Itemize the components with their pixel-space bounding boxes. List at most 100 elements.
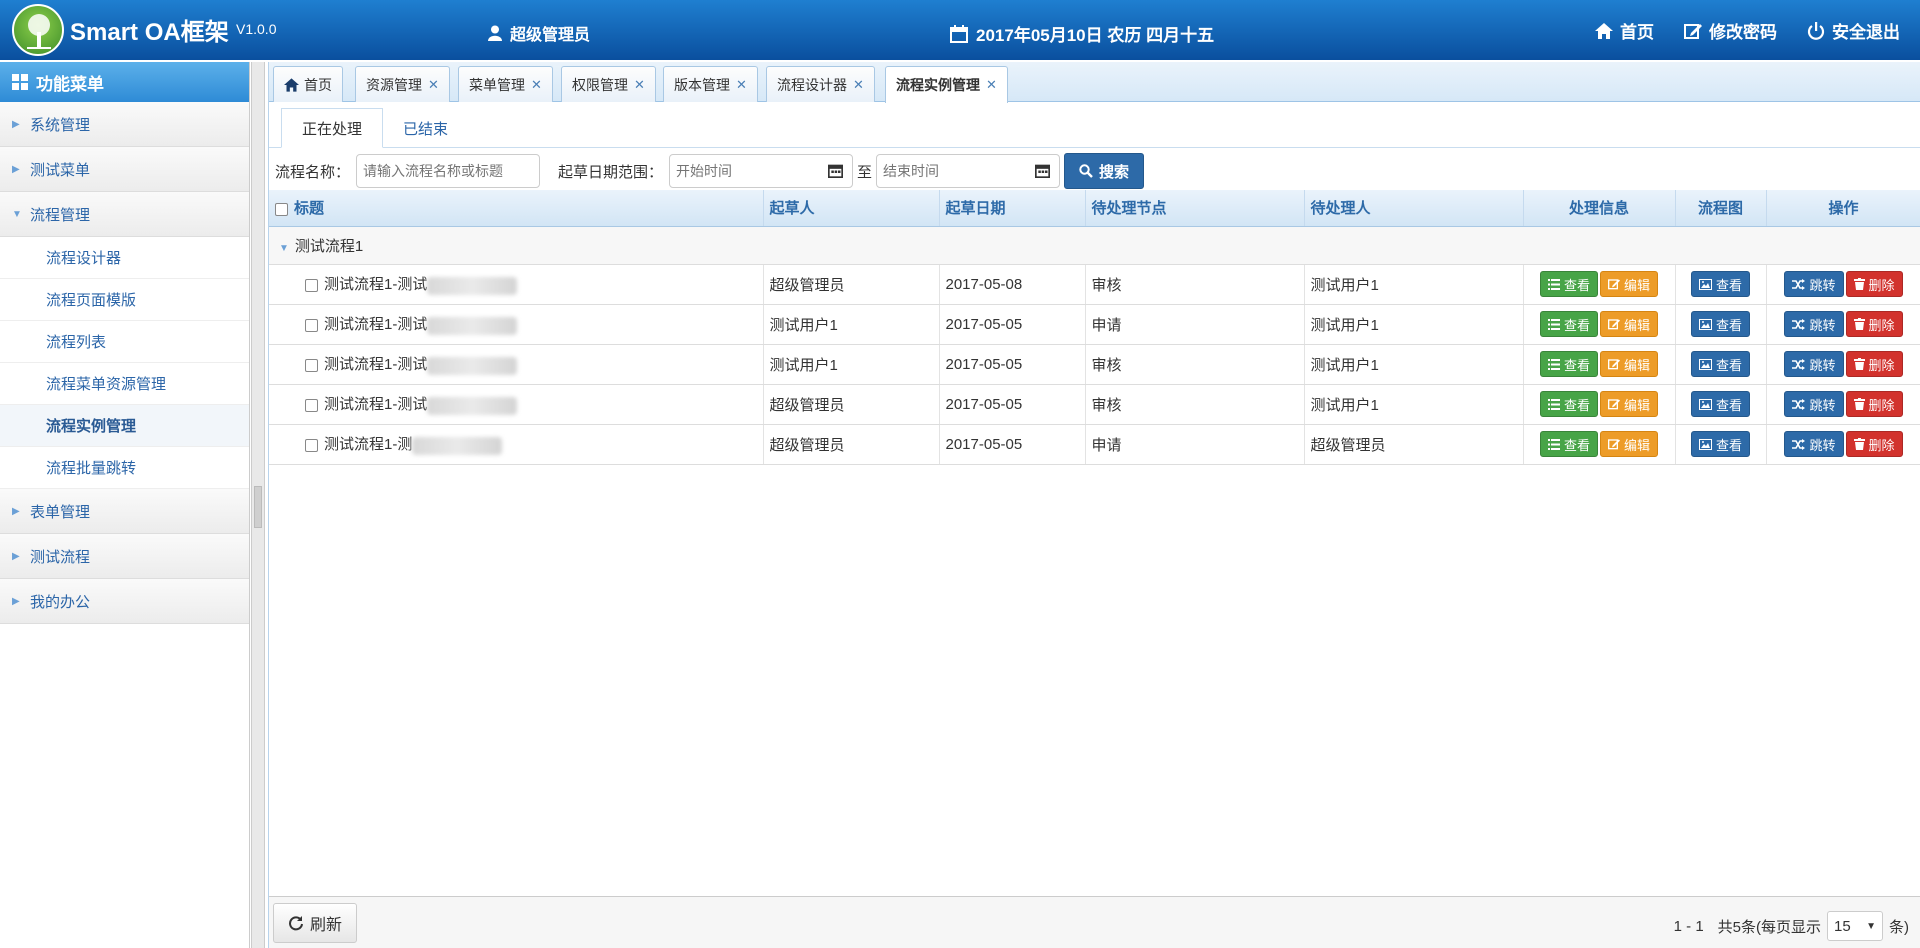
title-text: 测试流程1-测试: [324, 396, 428, 414]
date-range-label: 起草日期范围：: [558, 163, 664, 181]
user-name: 超级管理员: [510, 27, 591, 44]
view-chart-button[interactable]: 查看: [1690, 431, 1750, 457]
tab-version[interactable]: 版本管理 ✕: [663, 66, 758, 102]
cell-actions: 跳转 删除: [1766, 304, 1920, 345]
end-date-input[interactable]: [876, 154, 1061, 188]
row-checkbox[interactable]: [305, 279, 318, 293]
sidebar-group-test-menu[interactable]: ▶ 测试菜单: [0, 147, 249, 192]
cell-process-info: 查看 编辑: [1523, 424, 1676, 465]
sidebar-group-system[interactable]: ▶ 系统管理: [0, 102, 249, 147]
nav-home[interactable]: 首页: [1595, 18, 1654, 43]
power-icon: [1807, 21, 1825, 40]
start-date-input[interactable]: [669, 154, 854, 188]
delete-button[interactable]: 删除: [1845, 431, 1903, 457]
jump-button[interactable]: 跳转: [1784, 311, 1844, 337]
edit-button[interactable]: 编辑: [1600, 351, 1659, 377]
cell-title[interactable]: 测试流程1-测试: [269, 384, 764, 425]
view-chart-button[interactable]: 查看: [1690, 311, 1750, 337]
close-icon[interactable]: ✕: [634, 77, 645, 93]
sidebar-group-workflow[interactable]: ▼ 流程管理: [0, 192, 249, 237]
row-checkbox[interactable]: [305, 439, 318, 453]
tab-resource[interactable]: 资源管理 ✕: [355, 66, 450, 102]
nav-change-password[interactable]: 修改密码: [1684, 18, 1777, 43]
cell-title[interactable]: 测试流程1-测试: [269, 304, 764, 345]
subtab-processing[interactable]: 正在处理: [281, 108, 384, 148]
sidebar-item-batch-jump[interactable]: 流程批量跳转: [0, 447, 249, 489]
delete-button[interactable]: 删除: [1845, 391, 1903, 417]
close-icon[interactable]: ✕: [531, 77, 542, 93]
select-all-checkbox[interactable]: [275, 202, 288, 216]
col-draft-date[interactable]: 起草日期: [939, 190, 1086, 227]
edit-button[interactable]: 编辑: [1600, 391, 1659, 417]
row-checkbox[interactable]: [305, 359, 318, 373]
refresh-button[interactable]: 刷新: [273, 903, 358, 943]
view-info-button[interactable]: 查看: [1539, 351, 1598, 377]
jump-button[interactable]: 跳转: [1784, 351, 1844, 377]
col-pending-node[interactable]: 待处理节点: [1085, 190, 1305, 227]
group-row[interactable]: ▼ 测试流程1: [269, 226, 1920, 265]
col-drafter[interactable]: 起草人: [763, 190, 940, 227]
view-info-button[interactable]: 查看: [1539, 311, 1598, 337]
collapse-handle[interactable]: [254, 486, 262, 528]
search-button[interactable]: 搜索: [1064, 153, 1145, 189]
jump-button[interactable]: 跳转: [1784, 431, 1844, 457]
sidebar-item-instance-manage[interactable]: 流程实例管理: [0, 405, 249, 447]
col-title[interactable]: 标题: [269, 190, 764, 227]
caret-down-icon[interactable]: ▼: [279, 243, 289, 254]
delete-button[interactable]: 删除: [1845, 311, 1903, 337]
table-row[interactable]: 测试流程1-测试 测试用户1 2017-05-05 申请 测试用户1 查看 编辑 查看 跳转 删除: [269, 304, 1920, 345]
jump-button[interactable]: 跳转: [1784, 271, 1844, 297]
sidebar-splitter[interactable]: [251, 62, 265, 948]
sidebar-group-form[interactable]: ▶ 表单管理: [0, 489, 249, 534]
subtab-finished[interactable]: 已结束: [383, 108, 468, 148]
btn-label: 查看: [1715, 317, 1742, 333]
view-chart-button[interactable]: 查看: [1690, 351, 1750, 377]
tab-permission[interactable]: 权限管理 ✕: [561, 66, 656, 102]
page-size-select[interactable]: 15 ▼: [1827, 911, 1883, 941]
table-row[interactable]: 测试流程1-测 超级管理员 2017-05-05 申请 超级管理员 查看 编辑 查看 跳转 删除: [269, 424, 1920, 465]
edit-button[interactable]: 编辑: [1600, 271, 1659, 297]
close-icon[interactable]: ✕: [736, 77, 747, 93]
sidebar-item-page-template[interactable]: 流程页面模版: [0, 279, 249, 321]
sidebar-item-workflow-designer[interactable]: 流程设计器: [0, 237, 249, 279]
tab-menu[interactable]: 菜单管理 ✕: [458, 66, 553, 102]
view-info-button[interactable]: 查看: [1539, 271, 1598, 297]
tab-bar: 首页 资源管理 ✕ 菜单管理 ✕ 权限管理 ✕ 版本管理 ✕ 流程设计器 ✕ 流程实例管理…: [269, 62, 1920, 103]
cell-drafter: 测试用户1: [763, 344, 940, 385]
flow-name-input[interactable]: [356, 154, 541, 188]
col-pending-handler[interactable]: 待处理人: [1304, 190, 1524, 227]
cell-title[interactable]: 测试流程1-测试: [269, 264, 764, 305]
close-icon[interactable]: ✕: [853, 77, 864, 93]
close-icon[interactable]: ✕: [986, 77, 997, 93]
calendar-icon[interactable]: [828, 163, 844, 178]
edit-button[interactable]: 编辑: [1600, 431, 1659, 457]
delete-button[interactable]: 删除: [1845, 351, 1903, 377]
sidebar-item-menu-resource[interactable]: 流程菜单资源管理: [0, 363, 249, 405]
close-icon[interactable]: ✕: [428, 77, 439, 93]
view-info-button[interactable]: 查看: [1539, 391, 1598, 417]
row-checkbox[interactable]: [305, 399, 318, 413]
tab-home[interactable]: 首页: [273, 66, 343, 102]
delete-button[interactable]: 删除: [1845, 271, 1903, 297]
edit-icon: [1608, 279, 1620, 290]
table-row[interactable]: 测试流程1-测试 超级管理员 2017-05-05 审核 测试用户1 查看 编辑 查看 跳转 删除: [269, 384, 1920, 425]
cell-title[interactable]: 测试流程1-测: [269, 424, 764, 465]
tab-designer[interactable]: 流程设计器 ✕: [766, 66, 875, 102]
row-checkbox[interactable]: [305, 319, 318, 333]
nav-logout[interactable]: 安全退出: [1807, 18, 1900, 43]
view-info-button[interactable]: 查看: [1539, 431, 1598, 457]
sidebar-group-my-office[interactable]: ▶ 我的办公: [0, 579, 249, 624]
jump-button[interactable]: 跳转: [1784, 391, 1844, 417]
table-row[interactable]: 测试流程1-测试 超级管理员 2017-05-08 审核 测试用户1 查看 编辑 查看 跳转 删除: [269, 264, 1920, 305]
table-row[interactable]: 测试流程1-测试 测试用户1 2017-05-05 审核 测试用户1 查看 编辑 查看 跳转 删除: [269, 344, 1920, 385]
calendar-icon[interactable]: [1035, 163, 1051, 178]
sidebar-item-workflow-list[interactable]: 流程列表: [0, 321, 249, 363]
view-chart-button[interactable]: 查看: [1690, 271, 1750, 297]
cell-title[interactable]: 测试流程1-测试: [269, 344, 764, 385]
view-chart-button[interactable]: 查看: [1690, 391, 1750, 417]
edit-icon: [1608, 399, 1620, 410]
pager-total-suffix: 条): [1889, 918, 1909, 936]
edit-button[interactable]: 编辑: [1600, 311, 1659, 337]
sidebar-group-test-flow[interactable]: ▶ 测试流程: [0, 534, 249, 579]
tab-instance-manage[interactable]: 流程实例管理 ✕: [885, 66, 1008, 103]
